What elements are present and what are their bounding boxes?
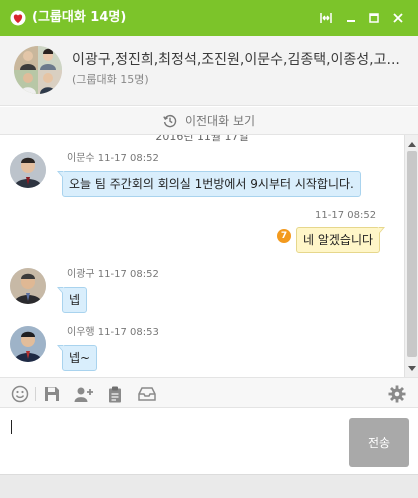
date-separator: 2016년 11월 17일 xyxy=(155,135,249,143)
message-list[interactable]: 2016년 11월 17일 이문수 11-17 08:52 오늘 팀 주간회의 … xyxy=(0,135,404,377)
title-bar: (그룹대화 14명) xyxy=(0,0,418,36)
chat-header: 이광구,정진희,최정석,조진원,이문수,김종택,이종성,고... (그룹대화 1… xyxy=(0,36,418,106)
unread-count-badge: 7 xyxy=(277,229,291,243)
history-clock-icon xyxy=(163,114,177,127)
message-bubble[interactable]: 오늘 팀 주간회의 회의실 1번방에서 9시부터 시작합니다. xyxy=(57,171,361,197)
compose-toolbar xyxy=(0,377,418,408)
view-history-label: 이전대화 보기 xyxy=(184,114,256,128)
window-footer xyxy=(0,474,418,498)
participant-count: (그룹대화 15명) xyxy=(72,73,149,86)
group-avatar[interactable] xyxy=(14,46,62,94)
scroll-thumb[interactable] xyxy=(407,151,417,357)
app-logo-icon xyxy=(10,10,26,26)
pin-icon[interactable] xyxy=(318,10,334,26)
participant-names[interactable]: 이광구,정진희,최정석,조진원,이문수,김종택,이종성,고... xyxy=(72,51,402,69)
message-time: 11-17 08:52 xyxy=(97,153,159,164)
sender-name: 이문수 xyxy=(67,153,95,164)
inbox-icon[interactable] xyxy=(137,384,157,404)
sender-name: 이우행 xyxy=(67,327,95,338)
scroll-up-icon[interactable] xyxy=(406,137,418,151)
add-user-icon[interactable] xyxy=(74,384,94,404)
compose-area: 전송 xyxy=(0,408,418,474)
message-scrollbar[interactable] xyxy=(404,135,418,377)
emoticon-icon[interactable] xyxy=(10,384,30,404)
message-bubble[interactable]: 넵~ xyxy=(56,345,98,371)
message-time: 11-17 08:53 xyxy=(97,327,159,338)
sender-name: 이광구 xyxy=(67,269,95,280)
view-history-button[interactable]: 이전대화 보기 xyxy=(0,107,418,135)
maximize-icon[interactable] xyxy=(366,10,382,26)
text-caret xyxy=(11,420,12,434)
save-icon[interactable] xyxy=(42,384,62,404)
toolbar-divider xyxy=(35,387,36,401)
avatar[interactable] xyxy=(10,268,46,304)
message-bubble[interactable]: 네 알겠습니다 xyxy=(296,227,386,253)
settings-gear-icon[interactable] xyxy=(387,384,407,404)
send-button[interactable]: 전송 xyxy=(349,418,409,467)
clipboard-icon[interactable] xyxy=(105,384,125,404)
window-title: (그룹대화 14명) xyxy=(32,10,127,25)
message-input[interactable] xyxy=(8,416,338,466)
minimize-icon[interactable] xyxy=(343,10,359,26)
message-time: 11-17 08:52 xyxy=(315,210,377,221)
scroll-down-icon[interactable] xyxy=(406,361,418,375)
avatar[interactable] xyxy=(10,152,46,188)
avatar[interactable] xyxy=(10,326,46,362)
close-icon[interactable] xyxy=(390,10,406,26)
message-bubble[interactable]: 넵 xyxy=(56,287,88,313)
message-time: 11-17 08:52 xyxy=(97,269,159,280)
